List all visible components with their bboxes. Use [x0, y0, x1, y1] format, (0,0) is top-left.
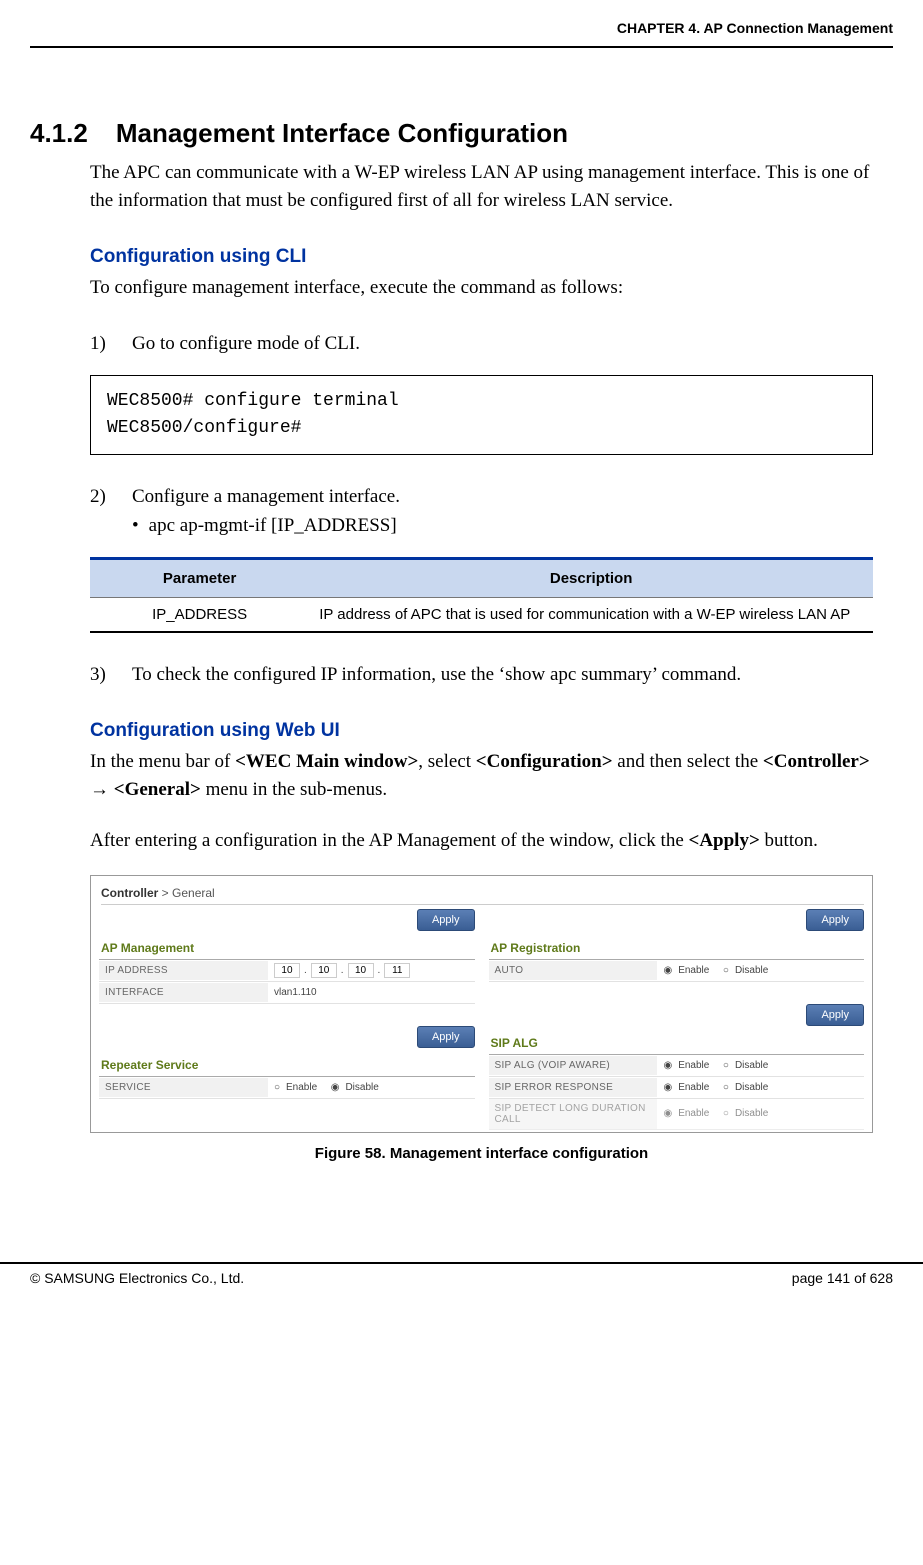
- radio-icon[interactable]: ○: [723, 1060, 729, 1071]
- code-block: WEC8500# configure terminal WEC8500/conf…: [90, 375, 873, 455]
- sip-alg-label: SIP ALG (VOIP AWARE): [489, 1056, 658, 1075]
- radio-icon[interactable]: ◉: [663, 1082, 672, 1093]
- panel-ap-management: AP Management: [99, 935, 475, 960]
- radio-icon[interactable]: ○: [274, 1082, 280, 1093]
- web-heading: Configuration using Web UI: [90, 720, 873, 742]
- footer-copyright: © SAMSUNG Electronics Co., Ltd.: [30, 1270, 244, 1286]
- bullet-dot-icon: •: [132, 515, 139, 537]
- table-cell-param: IP_ADDRESS: [90, 597, 309, 632]
- step-2-bullet: apc ap-mgmt-if [IP_ADDRESS]: [149, 515, 397, 537]
- radio-icon[interactable]: ○: [723, 1108, 729, 1119]
- radio-icon[interactable]: ◉: [331, 1082, 340, 1093]
- service-value: ○Enable ◉Disable: [268, 1080, 475, 1095]
- table-row: IP_ADDRESS IP address of APC that is use…: [90, 597, 873, 632]
- sip-error-value: ◉Enable ○Disable: [657, 1080, 864, 1095]
- service-label: SERVICE: [99, 1078, 268, 1097]
- sip-error-label: SIP ERROR RESPONSE: [489, 1078, 658, 1097]
- page-footer: © SAMSUNG Electronics Co., Ltd. page 141…: [0, 1262, 923, 1306]
- ip-octet-1[interactable]: [274, 963, 300, 978]
- step-2-number: 2): [90, 483, 114, 511]
- footer-page-number: page 141 of 628: [792, 1270, 893, 1286]
- figure-caption: Figure 58. Management interface configur…: [90, 1145, 873, 1162]
- section-number: 4.1.2: [30, 118, 88, 149]
- parameter-table: Parameter Description IP_ADDRESS IP addr…: [90, 557, 873, 633]
- cli-intro: To configure management interface, execu…: [90, 274, 873, 302]
- left-column: Apply AP Management IP ADDRESS ... INTER…: [99, 909, 475, 1130]
- web-paragraph-2: After entering a configuration in the AP…: [90, 827, 873, 855]
- radio-icon[interactable]: ◉: [663, 1060, 672, 1071]
- radio-icon[interactable]: ○: [723, 965, 729, 976]
- radio-icon[interactable]: ◉: [663, 965, 672, 976]
- auto-value: ◉Enable ○Disable: [657, 963, 864, 978]
- step-1-number: 1): [90, 330, 114, 358]
- step-2-text: Configure a management interface.: [132, 483, 400, 511]
- sip-alg-value: ◉Enable ○Disable: [657, 1058, 864, 1073]
- panel-sip-alg: SIP ALG: [489, 1030, 865, 1055]
- web-ui-screenshot: Controller > General Apply AP Management…: [90, 875, 873, 1133]
- breadcrumb: Controller > General: [101, 886, 864, 905]
- section-title: Management Interface Configuration: [116, 118, 568, 149]
- ip-octet-3[interactable]: [348, 963, 374, 978]
- radio-icon[interactable]: ◉: [663, 1108, 672, 1119]
- ip-address-label: IP ADDRESS: [99, 961, 268, 980]
- interface-label: INTERFACE: [99, 983, 268, 1002]
- apply-button[interactable]: Apply: [806, 1004, 864, 1026]
- auto-label: AUTO: [489, 961, 658, 980]
- web-paragraph-1: In the menu bar of <WEC Main window>, se…: [90, 748, 873, 803]
- panel-repeater-service: Repeater Service: [99, 1052, 475, 1077]
- chapter-header: CHAPTER 4. AP Connection Management: [30, 20, 893, 36]
- ip-octet-4[interactable]: [384, 963, 410, 978]
- intro-paragraph: The APC can communicate with a W-EP wire…: [90, 159, 873, 214]
- sip-long-call-value: ◉Enable ○Disable: [657, 1106, 864, 1121]
- table-header-description: Description: [309, 558, 873, 597]
- right-column: Apply AP Registration AUTO ◉Enable ○Disa…: [489, 909, 865, 1130]
- step-3-number: 3): [90, 661, 114, 689]
- table-header-parameter: Parameter: [90, 558, 309, 597]
- step-1-text: Go to configure mode of CLI.: [132, 330, 360, 358]
- ip-octet-2[interactable]: [311, 963, 337, 978]
- header-rule: [30, 46, 893, 48]
- step-3-text: To check the configured IP information, …: [132, 661, 741, 689]
- radio-icon[interactable]: ○: [723, 1082, 729, 1093]
- cli-heading: Configuration using CLI: [90, 246, 873, 268]
- interface-value: vlan1.110: [268, 985, 475, 1000]
- ip-address-value: ...: [268, 961, 475, 980]
- panel-ap-registration: AP Registration: [489, 935, 865, 960]
- apply-button[interactable]: Apply: [417, 909, 475, 931]
- apply-button[interactable]: Apply: [806, 909, 864, 931]
- table-cell-desc: IP address of APC that is used for commu…: [309, 597, 873, 632]
- apply-button[interactable]: Apply: [417, 1026, 475, 1048]
- sip-long-call-label: SIP DETECT LONG DURATION CALL: [489, 1099, 658, 1129]
